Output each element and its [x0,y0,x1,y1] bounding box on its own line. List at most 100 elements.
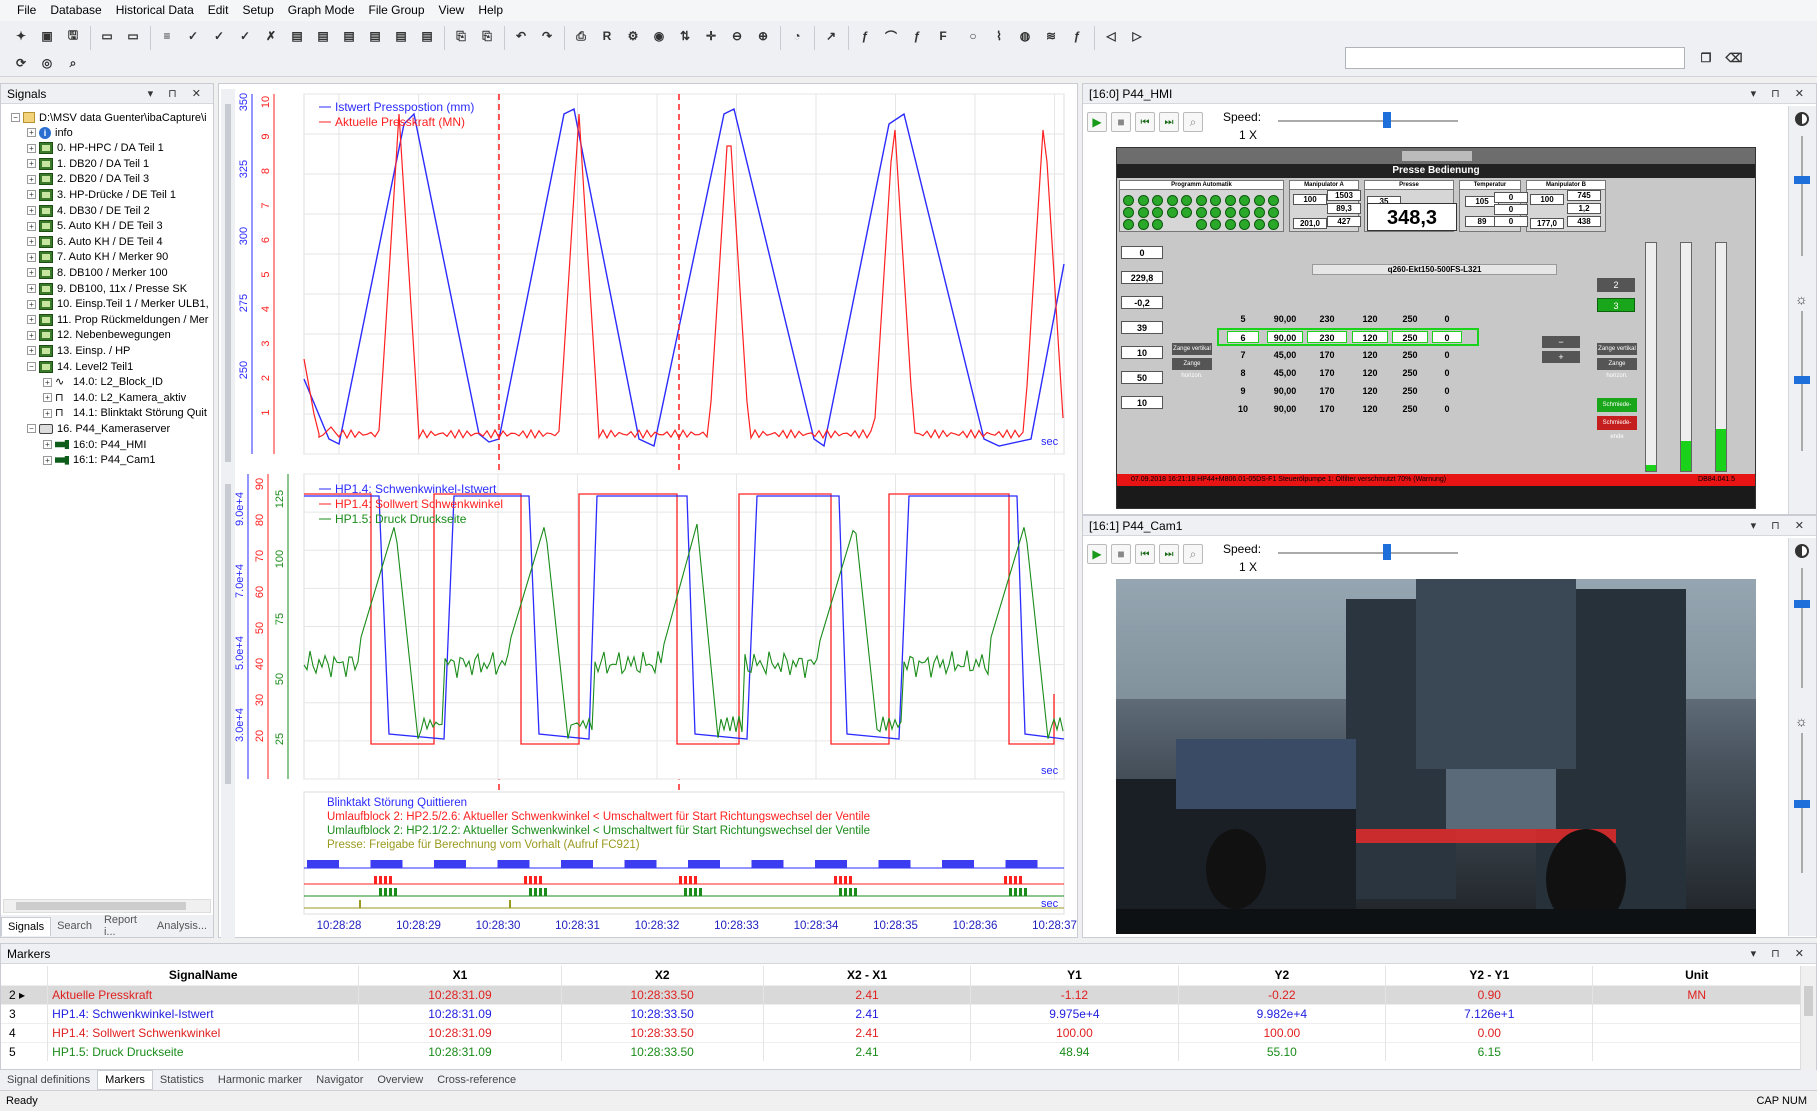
markers-table-row[interactable]: 3 HP1.4: Schwenkwinkel-Istwert 10:28:31.09… [1,1003,1801,1023]
expand-icon[interactable]: + [27,174,36,184]
copy-icon[interactable]: ⎘ [450,25,472,47]
cam-contrast-slider[interactable] [1801,568,1803,688]
expand-icon[interactable]: + [43,440,52,449]
waterfall-icon[interactable]: ≋ [1040,25,1062,47]
back-icon[interactable]: ◁ [1100,25,1122,47]
expand-icon[interactable]: + [27,299,36,309]
tab-signal-definitions[interactable]: Signal definitions [0,1071,97,1089]
tab-search[interactable]: Search [51,917,98,935]
markers-col-signalname[interactable]: SignalName [47,966,360,985]
expand-icon[interactable]: + [43,408,52,418]
graph-scroll-thumb-2[interactable] [225,484,231,784]
tab-harmonic-marker[interactable]: Harmonic marker [211,1071,309,1089]
expand-icon[interactable]: + [27,268,36,278]
tree-item[interactable]: +7. Auto KH / Merker 90 [27,250,168,265]
markers-col-x1[interactable]: X1 [358,966,562,985]
cam-stop-icon[interactable]: ■ [1111,544,1131,564]
hmi-zange-horizon-b[interactable]: Zange horizon. [1597,358,1637,379]
filter-icon[interactable]: ⌒ [880,25,902,47]
expand-icon[interactable]: + [27,252,36,262]
zoom-out-icon[interactable]: ⊖ [726,25,748,47]
open-folder-icon[interactable]: ▭ [96,25,118,47]
speed-slider[interactable] [1278,120,1458,122]
tree-item[interactable]: +16:1: P44_Cam1 [43,453,156,468]
sql-icon[interactable]: ✓ [208,25,230,47]
globe-icon[interactable]: ◍ [1014,25,1036,47]
speed-slider-thumb[interactable] [1383,112,1391,128]
markers-cell-idx[interactable]: 5 [1,1041,49,1061]
tree-item[interactable]: +3. HP-Drücke / DE Teil 1 [27,187,176,202]
circle-icon[interactable]: ○ [962,25,984,47]
tree-item[interactable]: +10. Einsp.Teil 1 / Merker ULB1, [27,297,209,312]
hd-2-icon[interactable]: ▤ [364,25,386,47]
menu-historical-data[interactable]: Historical Data [109,0,201,21]
tab-report[interactable]: Report i... [98,911,151,941]
tree-item[interactable]: +16:0: P44_HMI [43,437,146,452]
hmi-zange-vertikal-a[interactable]: Zange vertikal [1172,343,1212,355]
tree-root[interactable]: − D:\MSV data Guenter\ibaCapture\i [11,110,207,125]
hmi-panel-buttons-icon[interactable]: ▾ ⊓ ✕ [1751,84,1810,104]
expand-icon[interactable]: + [27,128,36,137]
hd-3-icon[interactable]: ▤ [390,25,412,47]
tree-item[interactable]: +2. DB20 / DA Teil 3 [27,172,149,187]
window-icon[interactable]: ❐ [1695,47,1717,69]
expand-icon[interactable]: + [27,159,36,169]
sql-query-icon[interactable]: ✓ [182,25,204,47]
skip-forward-icon[interactable]: ⏭ [1159,112,1179,132]
markers-cell-idx[interactable]: 4 [1,1022,49,1042]
tab-statistics[interactable]: Statistics [153,1071,211,1089]
tree-item[interactable]: +6. Auto KH / DE Teil 4 [27,234,163,249]
xy-icon[interactable]: ⌇ [988,25,1010,47]
hmi-schmiede-ende[interactable]: Schmiede-ende [1597,416,1637,440]
tab-markers[interactable]: Markers [97,1070,153,1090]
color-wheel-icon[interactable]: ◉ [648,25,670,47]
expand-icon[interactable]: + [27,237,36,247]
report-icon[interactable]: R [596,25,618,47]
stop-icon[interactable]: ■ [1111,112,1131,132]
tree-item[interactable]: +11. Prop Rückmeldungen / Mer [27,312,208,327]
expand-icon[interactable]: + [27,315,36,325]
tab-signals[interactable]: Signals [1,916,52,936]
cam-speed-slider-thumb[interactable] [1383,544,1391,560]
hmi-side-button-3[interactable]: 3 [1597,298,1635,312]
expand-icon[interactable]: + [27,143,36,153]
menu-file-group[interactable]: File Group [362,0,432,21]
cam-contrast-icon[interactable] [1795,544,1809,558]
markers-col-x2[interactable]: X2 [561,966,764,985]
markers-col-unit[interactable]: Unit [1592,966,1801,985]
sql-edit-icon[interactable]: ✓ [234,25,256,47]
panel-pin-close-icon[interactable]: ▾ ⊓ ✕ [148,84,207,104]
tree-item[interactable]: + ⊓ 14.1: Blinktakt Störung Quit [43,406,207,421]
save-icon[interactable]: 🖫 [62,25,84,47]
scrollbar-thumb[interactable] [16,902,186,910]
expand-icon[interactable]: + [27,221,36,231]
markers-cell-idx[interactable]: 3 [1,1003,49,1023]
database-icon[interactable]: ≡ [156,25,178,47]
hmi-side-button-2[interactable]: 2 [1597,278,1635,292]
camera-video-frame[interactable] [1116,579,1756,934]
collapse-icon[interactable]: − [27,424,36,434]
menu-setup[interactable]: Setup [235,0,280,21]
cam-zoom-icon[interactable]: ⌕ [1183,544,1203,564]
snapshot-icon[interactable]: ◎ [36,52,58,74]
find-icon[interactable]: ⌕ [62,52,84,74]
cam-skip-forward-icon[interactable]: ⏭ [1159,544,1179,564]
expand-icon[interactable]: + [43,455,52,465]
eraser-icon[interactable]: ⌫ [1723,47,1745,69]
settings-icon[interactable]: ⚙ [622,25,644,47]
menu-help[interactable]: Help [471,0,510,21]
toolbar-combo[interactable] [1345,47,1685,69]
contrast-icon[interactable] [1795,112,1809,126]
play-icon[interactable]: ▶ [1087,112,1107,132]
markers-scroll-thumb[interactable] [1804,986,1813,1016]
tree-item[interactable]: − 16. P44_Kameraserver [27,421,170,436]
markers-col-y2[interactable]: Y2 [1178,966,1387,985]
sql-delete-icon[interactable]: ✗ [260,25,282,47]
refresh-icon[interactable]: ⟳ [10,52,32,74]
menu-view[interactable]: View [432,0,472,21]
tree-item[interactable]: +8. DB100 / Merker 100 [27,265,168,280]
markers-panel-buttons-icon[interactable]: ▾ ⊓ ✕ [1751,944,1810,964]
tree-item[interactable]: +4. DB30 / DE Teil 2 [27,203,150,218]
hd-4-icon[interactable]: ▤ [416,25,438,47]
sort-icon[interactable]: ⇅ [674,25,696,47]
